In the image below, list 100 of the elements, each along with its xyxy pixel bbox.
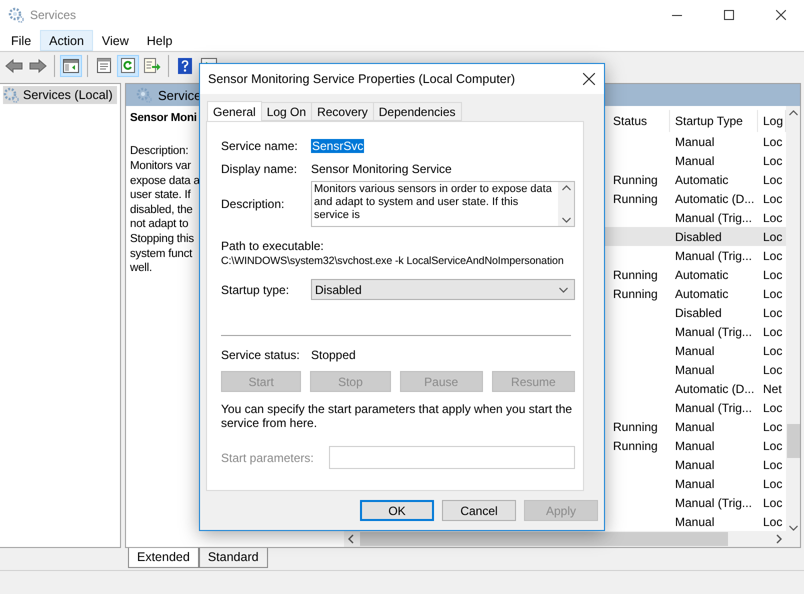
horizontal-scrollbar[interactable]: [344, 531, 800, 548]
table-cell-text: Manual (Trig...: [674, 496, 753, 510]
toolbar-button[interactable]: [117, 54, 139, 77]
view-tab[interactable]: Extended: [128, 548, 199, 568]
gear-icon: [3, 87, 19, 104]
table-cell-text: Running: [612, 420, 659, 434]
column-header[interactable]: Startup Type: [670, 110, 758, 132]
table-cell-text: Manual: [674, 458, 716, 472]
table-cell-text: Manual: [674, 476, 716, 491]
display-name-value: Sensor Monitoring Service: [311, 162, 452, 176]
description-line: user state. If: [130, 188, 190, 203]
table-cell-text: Manual: [674, 362, 716, 377]
table-cell-text: Running: [612, 268, 659, 282]
description-line: expose data a: [130, 174, 200, 188]
table-cell-text: Running: [612, 286, 659, 301]
table-cell-text: Loc: [762, 514, 784, 529]
description-line: not adapt to: [130, 217, 188, 232]
table-cell-text: Loc: [762, 476, 784, 491]
table-cell-text: Loc: [762, 306, 784, 320]
table-cell-text: Manual: [674, 134, 716, 149]
pane-icon: [63, 58, 79, 73]
field-label: Display name:: [221, 162, 298, 176]
hint-text: You can specify the start parameters that apply when you start the service from here.: [221, 402, 574, 430]
description-box[interactable]: Monitors various sensors in order to expose data and adapt to system and user state. If this service is: [311, 181, 575, 227]
down-chevron-icon: [562, 217, 570, 223]
right-chevron-icon: [776, 534, 782, 544]
service-name-value: SensrSvc: [311, 139, 364, 153]
table-cell-text: Manual (Trig...: [674, 210, 753, 225]
up-chevron-icon: [562, 185, 570, 191]
dialog-tab[interactable]: Dependencies: [372, 102, 462, 121]
table-cell-text: Loc: [762, 438, 784, 453]
table-cell-text: Disabled: [674, 230, 723, 244]
scrollbar-thumb[interactable]: [360, 532, 728, 546]
window-title: Services: [30, 8, 78, 22]
description-line: disabled, the: [130, 202, 193, 218]
field-label: Description:: [221, 197, 286, 211]
gear-icon: [136, 87, 152, 104]
properties-icon: [97, 58, 111, 74]
table-cell-text: Manual: [674, 514, 716, 529]
table-cell-text: Automatic: [674, 268, 730, 282]
table-cell-text: Manual: [674, 420, 716, 434]
menu-item[interactable]: Action: [40, 30, 93, 52]
view-tab[interactable]: Standard: [198, 548, 268, 568]
table-cell-text: Loc: [762, 268, 784, 282]
table-cell-text: Loc: [762, 496, 784, 510]
table-cell-text: Loc: [762, 134, 784, 149]
refresh-icon: [121, 58, 135, 74]
startup-type-dropdown[interactable]: Disabled: [311, 279, 575, 300]
table-cell-text: Loc: [762, 324, 784, 339]
table-cell-text: Automatic (D...: [674, 192, 756, 206]
tree-item[interactable]: Services (Local): [3, 86, 117, 104]
menu-item[interactable]: Help: [138, 30, 182, 52]
table-cell-text: Disabled: [674, 306, 723, 320]
back-arrow-icon: [5, 58, 23, 73]
description-line: Stopping this: [130, 232, 194, 247]
dialog-button[interactable]: OK: [360, 500, 434, 521]
table-cell-text: Loc: [762, 154, 784, 168]
column-header[interactable]: Status: [608, 110, 670, 132]
path-value: C:\WINDOWS\system32\svchost.exe -k LocalServiceAndNoImpersonation: [221, 255, 565, 267]
table-cell-text: Loc: [762, 230, 784, 244]
down-chevron-icon: [788, 525, 798, 532]
dialog-tab[interactable]: Log On: [260, 102, 312, 121]
table-cell-text: Manual (Trig...: [674, 248, 753, 263]
field-label: Service name:: [221, 139, 299, 153]
dialog-button[interactable]: Cancel: [442, 500, 516, 521]
table-cell-text: Automatic: [674, 286, 730, 301]
table-cell-text: Loc: [762, 362, 784, 377]
menu-item[interactable]: View: [92, 30, 138, 52]
maximize-icon: [724, 10, 734, 20]
description-line: Monitors var: [130, 159, 191, 174]
table-cell-text: Running: [612, 192, 659, 206]
table-cell-text: Running: [612, 172, 659, 187]
vertical-scrollbar[interactable]: [786, 106, 800, 532]
table-cell-text: Automatic (D...: [674, 382, 756, 396]
table-cell-text: Loc: [762, 172, 784, 187]
table-cell-text: Loc: [762, 248, 784, 263]
table-cell-text: Running: [612, 438, 659, 453]
table-cell-text: Manual: [674, 344, 716, 358]
forward-arrow-icon: [29, 58, 47, 73]
table-cell-text: Loc: [762, 344, 784, 358]
field-label: Startup type:: [221, 282, 290, 296]
table-cell-text: Loc: [762, 400, 784, 415]
dialog-tab[interactable]: Recovery: [311, 102, 374, 121]
table-cell-text: Loc: [762, 420, 784, 434]
table-cell-text: Loc: [762, 210, 784, 225]
menu-item[interactable]: File: [2, 30, 40, 52]
pane-title: Service: [158, 88, 202, 103]
minimize-icon: [672, 14, 682, 16]
service-title: Sensor Moni: [130, 112, 197, 124]
table-cell-text: Net: [762, 382, 783, 396]
scrollbar-thumb[interactable]: [786, 424, 800, 458]
description-line: system funct: [130, 246, 192, 262]
table-cell-text: Loc: [762, 192, 784, 206]
up-chevron-icon: [788, 110, 798, 116]
toolbar-button[interactable]: [60, 54, 82, 77]
table-cell-text: Automatic: [674, 172, 730, 187]
field-label: Path to executable:: [221, 239, 325, 253]
dialog-tab[interactable]: General: [207, 101, 262, 121]
table-cell-text: Loc: [762, 286, 784, 301]
close-icon: [776, 10, 786, 20]
